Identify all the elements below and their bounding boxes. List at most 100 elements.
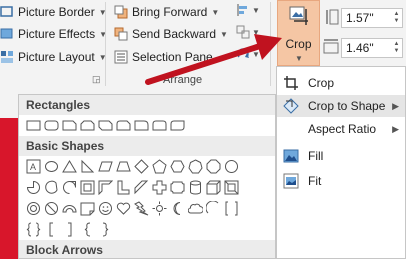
left-brace-shape-icon[interactable] bbox=[80, 222, 95, 237]
gallery-category-basic-shapes: Basic Shapes bbox=[19, 136, 275, 156]
shape-row-basic-1: A bbox=[19, 156, 275, 177]
block-arc-shape-icon[interactable] bbox=[62, 201, 77, 216]
trapezoid-shape-icon[interactable] bbox=[116, 159, 131, 174]
l-shape-icon[interactable] bbox=[116, 180, 131, 195]
shape-row-rectangles bbox=[19, 115, 275, 136]
fit-icon bbox=[282, 172, 300, 190]
shape-height-value: 1.57" bbox=[346, 11, 374, 25]
diamond-shape-icon[interactable] bbox=[134, 159, 149, 174]
can-shape-icon[interactable] bbox=[188, 180, 203, 195]
half-frame-shape-icon[interactable] bbox=[98, 180, 113, 195]
teardrop-shape-icon[interactable] bbox=[62, 180, 77, 195]
annotation-arrow bbox=[145, 34, 282, 85]
shape-width-field[interactable]: 1.46" ▲ ▼ bbox=[341, 38, 403, 58]
cross-shape-icon[interactable] bbox=[152, 180, 167, 195]
picture-layout-label: Picture Layout bbox=[18, 50, 95, 64]
arc-shape-icon[interactable] bbox=[206, 201, 221, 216]
triangle-shape-icon[interactable] bbox=[62, 159, 77, 174]
picture-layout-button[interactable]: Picture Layout ▼ bbox=[0, 47, 107, 67]
picture-border-icon bbox=[0, 6, 13, 17]
no-symbol-shape-icon[interactable] bbox=[44, 201, 59, 216]
decagon-shape-icon[interactable] bbox=[224, 159, 239, 174]
shape-height-icon bbox=[326, 9, 339, 25]
dialog-launcher-icon[interactable]: ◲ bbox=[92, 74, 101, 85]
moon-shape-icon[interactable] bbox=[170, 201, 185, 216]
right-brace-shape-icon[interactable] bbox=[98, 222, 113, 237]
picture-border-label: Picture Border bbox=[18, 5, 95, 19]
bevel-shape-icon[interactable] bbox=[224, 180, 239, 195]
group-separator bbox=[105, 2, 106, 86]
chord-shape-icon[interactable] bbox=[44, 180, 59, 195]
menu-item-crop-to-shape-label: Crop to Shape bbox=[308, 99, 386, 113]
parallelogram-shape-icon[interactable] bbox=[98, 159, 113, 174]
sun-shape-icon[interactable] bbox=[152, 201, 167, 216]
menu-item-fit-label: Fit bbox=[308, 174, 322, 188]
menu-item-crop-label: Crop bbox=[308, 76, 335, 90]
svg-text:A: A bbox=[30, 162, 36, 172]
cube-shape-icon[interactable] bbox=[206, 180, 221, 195]
round-diagonal-rectangle-shape-icon[interactable] bbox=[170, 118, 185, 133]
shape-row-basic-2 bbox=[19, 177, 275, 198]
slide-background bbox=[0, 118, 18, 259]
shape-width-icon bbox=[323, 39, 339, 54]
round-same-side-rectangle-shape-icon[interactable] bbox=[152, 118, 167, 133]
rectangle-shape-icon[interactable] bbox=[26, 118, 41, 133]
rounded-rectangle-shape-icon[interactable] bbox=[44, 118, 59, 133]
picture-border-button[interactable]: Picture Border ▼ bbox=[0, 2, 107, 22]
width-spinner[interactable]: ▲ ▼ bbox=[391, 41, 402, 55]
frame-shape-icon[interactable] bbox=[80, 180, 95, 195]
menu-item-fill-label: Fill bbox=[308, 149, 324, 163]
crop-to-shape-icon bbox=[282, 97, 300, 115]
pentagon-shape-icon[interactable] bbox=[152, 159, 167, 174]
menu-item-aspect-ratio[interactable]: Aspect Ratio ▶ bbox=[277, 118, 405, 140]
picture-effects-button[interactable]: Picture Effects ▼ bbox=[0, 24, 107, 44]
octagon-shape-icon[interactable] bbox=[206, 159, 221, 174]
donut-shape-icon[interactable] bbox=[26, 201, 41, 216]
double-bracket-shape-icon[interactable] bbox=[224, 201, 239, 216]
diagonal-stripe-shape-icon[interactable] bbox=[134, 180, 149, 195]
align-icon bbox=[237, 4, 247, 16]
height-spinner[interactable]: ▲ ▼ bbox=[391, 11, 402, 25]
right-bracket-shape-icon[interactable] bbox=[62, 222, 77, 237]
snip-round-rectangle-shape-icon[interactable] bbox=[116, 118, 131, 133]
left-bracket-shape-icon[interactable] bbox=[44, 222, 59, 237]
chevron-down-icon: ▼ bbox=[252, 5, 260, 15]
round-single-corner-rectangle-shape-icon[interactable] bbox=[134, 118, 149, 133]
chevron-down-icon: ▼ bbox=[295, 54, 303, 63]
snip-diagonal-rectangle-shape-icon[interactable] bbox=[98, 118, 113, 133]
selection-pane-icon bbox=[114, 50, 128, 64]
fill-icon bbox=[282, 147, 300, 165]
heart-shape-icon[interactable] bbox=[116, 201, 131, 216]
lightning-bolt-shape-icon[interactable] bbox=[134, 201, 149, 216]
right-triangle-shape-icon[interactable] bbox=[80, 159, 95, 174]
crop-icon bbox=[289, 6, 308, 25]
aspect-ratio-icon bbox=[282, 120, 300, 138]
menu-item-aspect-ratio-label: Aspect Ratio bbox=[308, 122, 377, 136]
submenu-arrow-icon: ▶ bbox=[392, 123, 399, 134]
snip-same-side-rectangle-shape-icon[interactable] bbox=[80, 118, 95, 133]
menu-item-crop[interactable]: Crop bbox=[277, 72, 405, 94]
cloud-shape-icon[interactable] bbox=[188, 201, 203, 216]
align-button[interactable]: ▼ bbox=[236, 3, 260, 17]
menu-item-crop-to-shape[interactable]: Crop to Shape ▶ bbox=[277, 95, 405, 117]
text-box-shape-icon[interactable]: A bbox=[26, 159, 41, 174]
submenu-arrow-icon: ▶ bbox=[392, 100, 399, 111]
heptagon-shape-icon[interactable] bbox=[188, 159, 203, 174]
plaque-shape-icon[interactable] bbox=[170, 180, 185, 195]
shape-width-value: 1.46" bbox=[346, 41, 374, 55]
menu-item-fill[interactable]: Fill bbox=[277, 145, 405, 167]
bring-forward-label: Bring Forward bbox=[132, 5, 208, 19]
shape-height-field[interactable]: 1.57" ▲ ▼ bbox=[341, 8, 403, 28]
gallery-category-rectangles: Rectangles bbox=[19, 95, 275, 115]
shape-row-basic-4 bbox=[19, 219, 275, 240]
smiley-face-shape-icon[interactable] bbox=[98, 201, 113, 216]
send-backward-icon bbox=[114, 27, 128, 41]
folded-corner-shape-icon[interactable] bbox=[80, 201, 95, 216]
hexagon-shape-icon[interactable] bbox=[170, 159, 185, 174]
bring-forward-button[interactable]: Bring Forward ▼ bbox=[114, 2, 219, 22]
oval-shape-icon[interactable] bbox=[44, 159, 59, 174]
snip-corner-rectangle-shape-icon[interactable] bbox=[62, 118, 77, 133]
double-brace-shape-icon[interactable] bbox=[26, 222, 41, 237]
menu-item-fit[interactable]: Fit bbox=[277, 170, 405, 192]
pie-shape-icon[interactable] bbox=[26, 180, 41, 195]
